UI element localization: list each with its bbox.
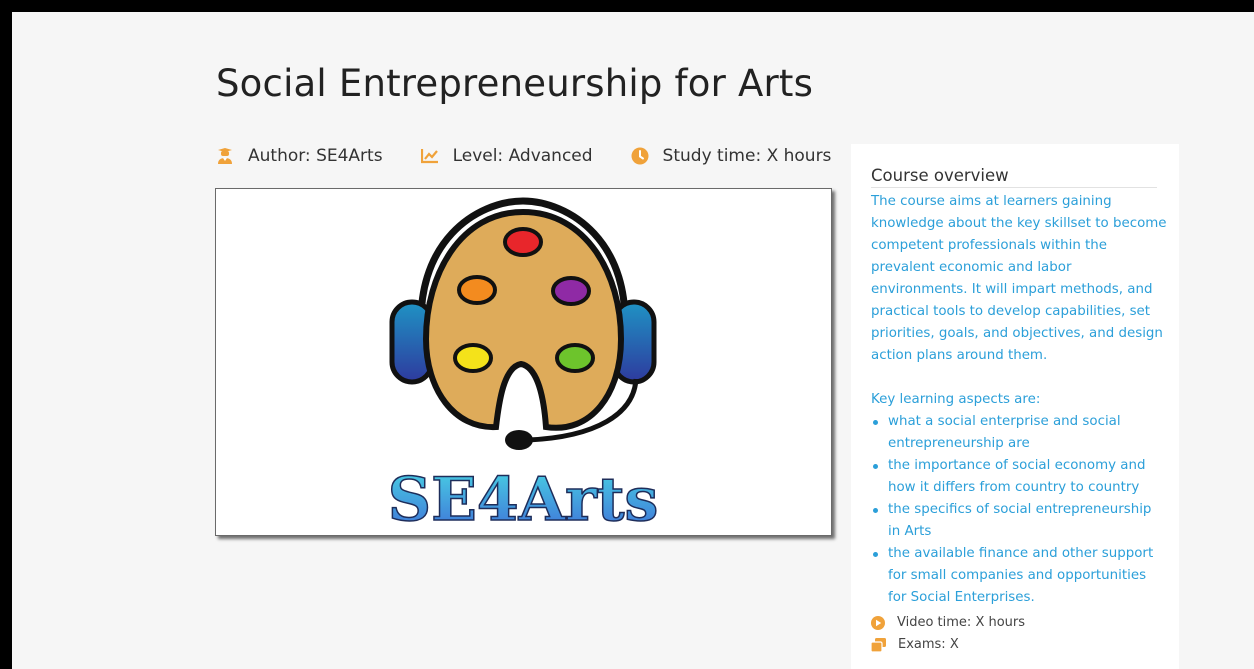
study-time-meta: Study time: X hours	[631, 146, 832, 166]
overview-description: The course aims at learners gaining know…	[871, 194, 1167, 363]
course-meta: Author: SE4Arts Level: Advanced Study ti…	[216, 146, 831, 166]
video-time-stat: Video time: X hours	[871, 612, 1159, 634]
author-label: Author: SE4Arts	[248, 146, 383, 166]
list-item: what a social enterprise and social entr…	[871, 411, 1160, 455]
exams-label: Exams: X	[898, 637, 959, 652]
exams-stat: Exams: X	[871, 634, 1159, 656]
list-item: the importance of social economy and how…	[871, 455, 1160, 499]
logo-text: SE4Arts	[388, 465, 658, 535]
study-time-label: Study time: X hours	[662, 146, 832, 166]
aspects-list: what a social enterprise and social entr…	[871, 411, 1159, 609]
copy-icon	[871, 638, 886, 652]
clock-icon	[631, 147, 649, 165]
level-label: Level: Advanced	[452, 146, 593, 166]
page-title: Social Entrepreneurship for Arts	[216, 62, 814, 105]
level-meta: Level: Advanced	[420, 146, 593, 166]
se4arts-logo: SE4Arts	[387, 197, 659, 535]
video-time-label: Video time: X hours	[897, 615, 1026, 630]
course-image: SE4Arts	[215, 188, 832, 536]
graduate-icon	[218, 148, 232, 164]
overview-heading: Course overview	[871, 166, 1157, 188]
list-item: the specifics of social entrepreneurship…	[871, 499, 1160, 543]
course-overview-panel: Course overview The course aims at learn…	[851, 144, 1179, 669]
aspects-heading: Key learning aspects are:	[871, 392, 1041, 407]
list-item: the available finance and other support …	[871, 543, 1160, 609]
author-meta: Author: SE4Arts	[216, 146, 383, 166]
chart-line-icon	[420, 149, 438, 164]
page-content: Social Entrepreneurship for Arts Author:…	[12, 12, 1254, 669]
play-circle-icon	[871, 616, 885, 630]
